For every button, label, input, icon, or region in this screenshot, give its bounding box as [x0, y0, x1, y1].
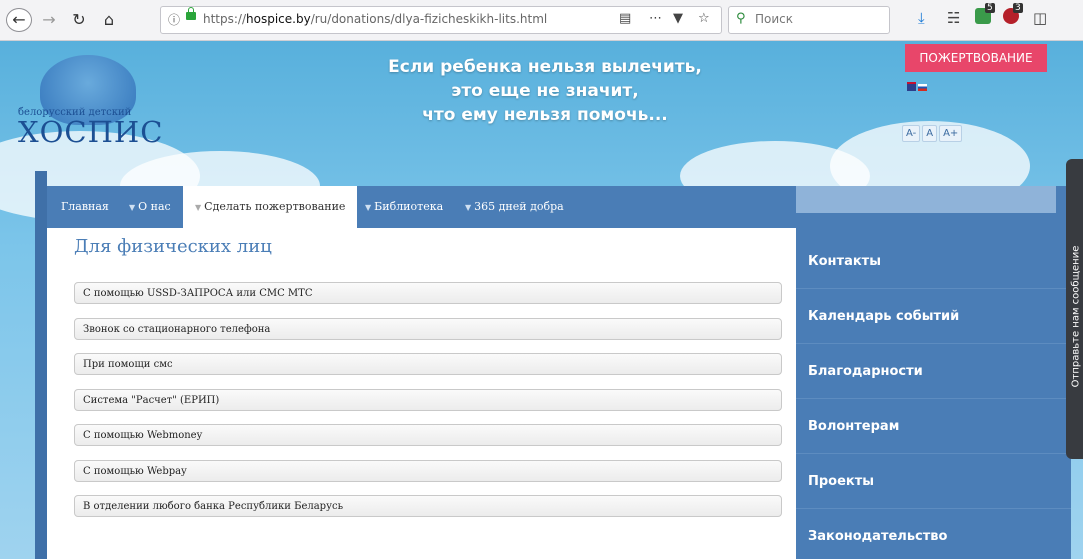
ru-flag-icon[interactable]: [918, 84, 927, 91]
web-page: белорусский детский ХОСПИС Если ребенка …: [0, 41, 1083, 559]
search-placeholder: Поиск: [755, 12, 794, 26]
sidebar-menu: Контакты Календарь событий Благодарности…: [796, 186, 1071, 559]
address-bar[interactable]: ⓘ https://hospice.by/ru/donations/dlya-f…: [160, 6, 722, 34]
sidebar-item-projects[interactable]: Проекты: [796, 454, 1071, 509]
content-border: [35, 171, 47, 559]
nav-item-home[interactable]: Главная: [61, 186, 109, 228]
pocket-icon[interactable]: ▼: [673, 11, 683, 26]
sidebar-item-legislation[interactable]: Законодательство: [796, 509, 1071, 559]
sidebar-item-events[interactable]: Календарь событий: [796, 289, 1071, 344]
extension-badge-2: 3: [1013, 3, 1023, 13]
sidebar-item-volunteers[interactable]: Волонтерам: [796, 399, 1071, 454]
feedback-tab[interactable]: Отправьте нам сообщение: [1066, 159, 1083, 459]
browser-toolbar: ← → ↻ ⌂ ⓘ https://hospice.by/ru/donation…: [0, 0, 1083, 41]
slogan-line: это еще не значит,: [451, 81, 639, 101]
dropdown-triangle-icon: ▼: [129, 203, 136, 212]
url-text: https://hospice.by/ru/donations/dlya-fiz…: [203, 12, 548, 26]
page-actions-icon[interactable]: ⋯: [649, 11, 662, 26]
home-button[interactable]: ⌂: [100, 8, 118, 32]
main-content: Для физических лиц С помощью USSD-ЗАПРОС…: [47, 228, 796, 559]
main-nav: Главная ▼ О нас ▼ Сделать пожертвование ▼ Б…: [47, 186, 796, 228]
search-icon: ⚲: [736, 11, 746, 26]
font-increase-button[interactable]: A+: [939, 125, 963, 142]
nav-label: Главная: [61, 200, 109, 213]
nav-label: 365 дней добра: [474, 200, 564, 213]
en-flag-icon[interactable]: [907, 82, 916, 91]
nav-item-365-days[interactable]: ▼ 365 дней добра: [465, 186, 564, 228]
donate-button[interactable]: ПОЖЕРТВОВАНИЕ: [905, 44, 1047, 72]
language-switcher: [907, 76, 929, 95]
reader-view-icon[interactable]: ▤: [619, 11, 631, 26]
accordion-item-bank[interactable]: В отделении любого банка Республики Бела…: [74, 495, 782, 517]
font-size-controls: A- A A+: [902, 121, 964, 142]
accordion-item-ussd[interactable]: С помощью USSD-ЗАПРОСА или СМС МТС: [74, 282, 782, 304]
nav-label: О нас: [138, 200, 171, 213]
site-slogan: Если ребенка нельзя вылечить, это еще не…: [380, 55, 710, 127]
slogan-line: что ему нельзя помочь...: [422, 105, 668, 125]
reload-button[interactable]: ↻: [70, 8, 88, 32]
logo-title: ХОСПИС: [18, 115, 164, 149]
dropdown-triangle-icon: ▼: [465, 203, 472, 212]
download-icon[interactable]: ⤓: [918, 9, 925, 27]
page-title: Для физических лиц: [74, 236, 272, 257]
info-icon[interactable]: ⓘ: [168, 11, 180, 28]
accordion-item-landline[interactable]: Звонок со стационарного телефона: [74, 318, 782, 340]
accordion-item-webpay[interactable]: С помощью Webpay: [74, 460, 782, 482]
dropdown-triangle-icon: ▼: [195, 203, 202, 212]
font-normal-button[interactable]: A: [922, 125, 938, 142]
extension-badge-1: 5: [985, 3, 995, 13]
accordion-item-webmoney[interactable]: С помощью Webmoney: [74, 424, 782, 446]
back-button[interactable]: ←: [6, 8, 32, 32]
font-decrease-button[interactable]: A-: [902, 125, 921, 142]
library-icon[interactable]: ☵: [947, 9, 960, 27]
feedback-label: Отправьте нам сообщение: [1070, 245, 1082, 388]
nav-label: Сделать пожертвование: [204, 200, 346, 213]
nav-label: Библиотека: [374, 200, 444, 213]
accordion-item-erip[interactable]: Система "Расчет" (ЕРИП): [74, 389, 782, 411]
forward-button[interactable]: →: [40, 8, 58, 32]
sidebar-item-thanks[interactable]: Благодарности: [796, 344, 1071, 399]
nav-item-library[interactable]: ▼ Библиотека: [365, 186, 443, 228]
sidebar-toggle-icon[interactable]: ◫: [1033, 9, 1047, 27]
bookmark-star-icon[interactable]: ☆: [698, 11, 710, 26]
sidebar-item-contacts[interactable]: Контакты: [796, 234, 1071, 289]
slogan-line: Если ребенка нельзя вылечить,: [388, 57, 702, 77]
dropdown-triangle-icon: ▼: [365, 203, 372, 212]
accordion-item-sms[interactable]: При помощи смс: [74, 353, 782, 375]
search-box[interactable]: ⚲ Поиск: [728, 6, 890, 34]
nav-item-about[interactable]: ▼ О нас: [129, 186, 171, 228]
lock-icon: [186, 7, 196, 20]
nav-item-donate[interactable]: ▼ Сделать пожертвование: [183, 186, 358, 228]
sidebar-header: [796, 186, 1056, 213]
site-logo[interactable]: белорусский детский ХОСПИС: [18, 49, 178, 159]
